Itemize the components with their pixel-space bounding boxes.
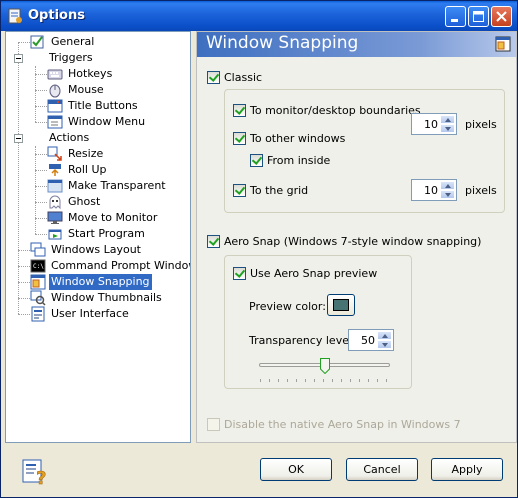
grid-pixels-value: 10	[424, 184, 438, 197]
monitor-pixels-value: 10	[424, 118, 438, 131]
maximize-icon	[473, 11, 484, 22]
to-grid-label: To the grid	[250, 184, 309, 197]
transparency-spinner[interactable]: 50	[348, 329, 394, 351]
resize-icon	[47, 146, 62, 161]
options-tree[interactable]: General Triggers Hotkeys Mouse Title But…	[5, 31, 191, 443]
window-title: Options	[28, 8, 85, 23]
transparency-up-button[interactable]	[377, 331, 392, 340]
settings-panel: Window Snapping Classic To monitor/deskt…	[196, 31, 517, 443]
transparency-level-label: Transparency level	[249, 334, 353, 347]
aero-snap-checkbox[interactable]	[207, 235, 220, 248]
arrow-up-icon	[445, 118, 451, 122]
use-aero-preview-label: Use Aero Snap preview	[250, 267, 378, 280]
ok-button[interactable]: OK	[260, 458, 332, 481]
monitor-pixels-up-button[interactable]	[440, 115, 455, 124]
minimize-button[interactable]	[445, 6, 466, 27]
classic-checkbox[interactable]	[207, 71, 220, 84]
disable-native-aero-label: Disable the native Aero Snap in Windows …	[224, 418, 461, 431]
window-snapping-header-icon	[495, 36, 511, 52]
preview-color-button[interactable]	[327, 294, 355, 316]
grid-pixels-spinner[interactable]: 10	[411, 179, 457, 201]
transparency-slider[interactable]	[259, 358, 392, 386]
maximize-button[interactable]	[468, 6, 489, 27]
slider-thumb[interactable]	[320, 358, 330, 374]
preview-color-swatch	[333, 299, 349, 311]
to-monitor-label: To monitor/desktop boundaries	[250, 104, 421, 117]
arrow-up-icon	[445, 184, 451, 188]
monitor-pixels-unit: pixels	[465, 118, 497, 131]
panel-header: Window Snapping	[197, 32, 516, 57]
keyboard-icon	[47, 69, 63, 80]
svg-text:?: ?	[36, 468, 46, 486]
ghost-icon	[49, 195, 61, 210]
preview-color-label: Preview color:	[249, 300, 326, 313]
svg-text:C:\: C:\	[33, 263, 44, 270]
title-bar[interactable]: Options	[1, 1, 517, 31]
close-button[interactable]	[491, 6, 512, 27]
monitor-pixels-spinner[interactable]: 10	[411, 113, 457, 135]
apply-button[interactable]: Apply	[431, 458, 503, 481]
mouse-icon	[49, 84, 61, 98]
monitor-pixels-down-button[interactable]	[440, 124, 455, 133]
start-program-icon	[48, 229, 62, 240]
transparency-down-button[interactable]	[377, 340, 392, 349]
aero-snap-label: Aero Snap (Windows 7-style window snappi…	[224, 235, 482, 248]
window-snapping-icon	[30, 274, 46, 290]
title-buttons-icon	[47, 99, 63, 113]
panel-title: Window Snapping	[206, 33, 359, 53]
grid-pixels-up-button[interactable]	[440, 181, 455, 190]
disable-native-aero-checkbox[interactable]	[207, 418, 220, 431]
windows-layout-icon	[30, 242, 46, 257]
from-inside-checkbox[interactable]	[250, 154, 263, 167]
transparency-value: 50	[361, 334, 375, 347]
from-inside-label: From inside	[267, 154, 331, 167]
to-monitor-checkbox[interactable]	[233, 104, 246, 117]
arrow-down-icon	[445, 193, 451, 197]
help-icon[interactable]: ?	[21, 456, 51, 486]
use-aero-preview-checkbox[interactable]	[233, 267, 246, 280]
arrow-down-icon	[445, 127, 451, 131]
command-prompt-icon: C:\	[30, 259, 46, 273]
window-menu-icon	[47, 115, 63, 129]
to-other-windows-checkbox[interactable]	[233, 132, 246, 145]
arrow-down-icon	[382, 343, 388, 347]
arrow-up-icon	[382, 334, 388, 338]
to-other-windows-label: To other windows	[250, 132, 346, 145]
window-thumbnails-icon	[30, 290, 46, 306]
roll-up-icon	[49, 164, 61, 176]
general-icon	[30, 35, 44, 49]
options-app-icon	[8, 8, 22, 24]
grid-pixels-unit: pixels	[465, 184, 497, 197]
grid-pixels-down-button[interactable]	[440, 190, 455, 199]
classic-label: Classic	[224, 71, 263, 84]
actions-expander[interactable]	[14, 134, 23, 143]
to-grid-checkbox[interactable]	[233, 184, 246, 197]
monitor-icon	[47, 211, 63, 224]
cancel-button[interactable]: Cancel	[346, 458, 418, 481]
minimize-icon	[451, 19, 458, 22]
triggers-expander[interactable]	[14, 54, 23, 63]
options-window: Options General Triggers Hotkeys Mouse T…	[0, 0, 518, 498]
close-icon	[496, 11, 507, 22]
user-interface-icon	[31, 306, 45, 322]
transparent-icon	[47, 179, 63, 193]
